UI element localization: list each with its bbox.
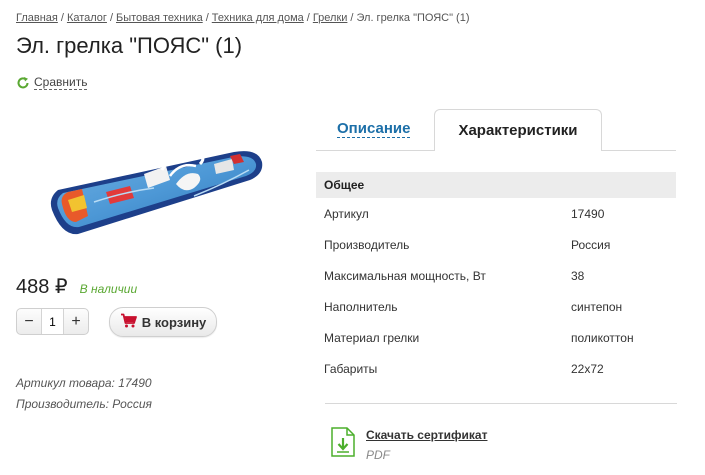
add-to-cart-button[interactable]: В корзину: [109, 307, 217, 337]
tab-description[interactable]: Описание: [337, 120, 411, 138]
add-to-cart-label: В корзину: [141, 314, 207, 330]
breadcrumb-current: Эл. грелка "ПОЯС" (1): [356, 12, 470, 24]
spec-value: 17490: [571, 207, 605, 221]
spec-row: Габариты 22x72: [316, 354, 676, 385]
quantity-decrease-button[interactable]: −: [17, 309, 41, 334]
section-divider: [325, 403, 677, 404]
refresh-icon: [16, 76, 30, 90]
spec-key: Производитель: [324, 238, 410, 252]
spec-group-header: Общее: [316, 172, 676, 198]
spec-row: Наполнитель синтепон: [316, 292, 676, 323]
spec-key: Наполнитель: [324, 300, 398, 314]
spec-value: 38: [571, 269, 585, 283]
product-price: 488 ₽: [16, 276, 68, 298]
compare-button[interactable]: Сравнить: [16, 75, 88, 90]
article-number: Артикул товара: 17490: [16, 376, 152, 390]
breadcrumb-separator: /: [350, 12, 354, 24]
download-certificate-link[interactable]: Скачать сертификат: [366, 428, 487, 442]
breadcrumb-link-catalog[interactable]: Каталог: [67, 12, 107, 24]
download-file-icon[interactable]: [331, 427, 355, 462]
stock-status: В наличии: [79, 282, 138, 296]
spec-value: 22x72: [571, 362, 604, 376]
breadcrumb: Главная / Каталог / Бытовая техника / Техника …: [16, 12, 470, 24]
product-image[interactable]: [44, 104, 266, 250]
spec-value: Россия: [571, 238, 611, 252]
spec-key: Максимальная мощность, Вт: [324, 269, 486, 283]
tab-specifications[interactable]: Характеристики: [434, 109, 602, 151]
breadcrumb-link-home[interactable]: Главная: [16, 12, 58, 24]
price-row: 488 ₽ В наличии: [16, 274, 137, 299]
certificate-file-type: PDF: [366, 448, 390, 462]
spec-key: Артикул: [324, 207, 369, 221]
spec-value: синтепон: [571, 300, 623, 314]
breadcrumb-separator: /: [109, 12, 113, 24]
compare-label: Сравнить: [34, 75, 88, 90]
breadcrumb-link-appliances[interactable]: Бытовая техника: [116, 12, 203, 24]
spec-key: Габариты: [324, 362, 378, 376]
breadcrumb-separator: /: [306, 12, 310, 24]
cart-icon: [120, 313, 142, 331]
spec-value: поликоттон: [571, 331, 634, 345]
spec-row: Максимальная мощность, Вт 38: [316, 261, 676, 292]
manufacturer: Производитель: Россия: [16, 397, 152, 411]
breadcrumb-link-home-appliances[interactable]: Техника для дома: [212, 12, 304, 24]
quantity-stepper: − +: [16, 308, 89, 335]
breadcrumb-link-heaters[interactable]: Грелки: [313, 12, 348, 24]
spec-row: Производитель Россия: [316, 230, 676, 261]
spec-row: Артикул 17490: [316, 199, 676, 230]
breadcrumb-separator: /: [60, 12, 64, 24]
quantity-increase-button[interactable]: +: [64, 309, 88, 334]
quantity-input[interactable]: [41, 309, 64, 334]
spec-key: Материал грелки: [324, 331, 420, 345]
page-title: Эл. грелка "ПОЯС" (1): [16, 33, 243, 58]
spec-row: Материал грелки поликоттон: [316, 323, 676, 354]
breadcrumb-separator: /: [205, 12, 209, 24]
